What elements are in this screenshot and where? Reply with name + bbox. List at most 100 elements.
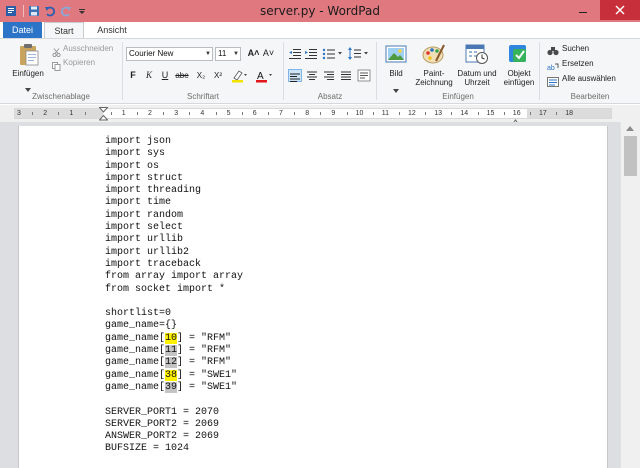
code-line: import urllib [105,234,243,246]
vertical-scrollbar[interactable] [620,122,640,468]
document-page[interactable]: import json import sys import os import str… [18,126,608,468]
code-text: import threading [105,185,202,197]
paint-palette-icon[interactable] [422,43,446,70]
close-icon [615,5,625,15]
align-left-icon[interactable] [288,69,302,82]
align-center-icon[interactable] [305,69,319,82]
ruler-tick [110,112,112,115]
highlighted-text: 38 [165,369,178,381]
select-all-button[interactable]: Alle auswählen [562,74,616,83]
bullet-list-icon[interactable] [322,47,344,60]
code-line: import threading [105,185,243,197]
document-area: import json import sys import os import str… [0,122,620,468]
ruler-tick [189,112,191,115]
paint-drawing-button[interactable]: Paint- Zeichnung [413,69,455,87]
code-line: game_name[10] = "RFM" [105,332,243,345]
object-label-line2: einfügen [503,78,535,87]
code-text: BUFSIZE = 1024 [105,443,190,455]
ruler-tick [556,112,558,115]
calendar-clock-icon[interactable] [465,43,489,70]
tab-view[interactable]: Ansicht [90,22,134,39]
ruler-label: 17 [539,110,547,117]
increase-indent-icon[interactable] [304,47,318,60]
datetime-label-line2: Uhrzeit [464,78,490,87]
minimize-button[interactable] [572,0,594,20]
subscript-button[interactable]: X₂ [194,69,208,82]
tab-home[interactable]: Start [44,22,84,39]
bold-button[interactable]: F [127,69,139,82]
ruler-tick [425,112,427,115]
font-size-select[interactable]: 11 ▼ [215,47,241,61]
ruler-tick [320,112,322,115]
ruler-tick [477,112,479,115]
replace-button[interactable]: Ersetzen [562,59,594,68]
code-text: ] = "RFM" [177,332,232,344]
ruler-label: 15 [486,110,495,117]
ruler-label: 7 [279,110,283,117]
ruler-tick [372,112,374,115]
code-text: game_name[ [105,345,166,357]
code-text: game_name[ [105,332,166,344]
strikethrough-button[interactable]: abe [173,69,191,82]
ruler-tick [136,112,138,115]
ruler-label: 3 [17,110,21,117]
highlighted-text: 10 [165,332,178,344]
code-text: SERVER_PORT2 = 2069 [105,418,220,430]
code-text: import time [105,197,172,209]
italic-button[interactable]: K [143,69,155,82]
code-text: ] = "SWE1" [177,381,238,393]
font-family-select[interactable]: Courier New ▼ [126,47,213,61]
code-text: game_name[ [105,369,166,381]
align-right-icon[interactable] [322,69,336,82]
code-line: game_name[38] = "SWE1" [105,369,243,382]
code-text: import struct [105,172,184,184]
justify-icon[interactable] [339,69,353,82]
document-text[interactable]: import json import sys import os import str… [105,136,243,456]
cut-button[interactable]: Ausschneiden [63,44,113,53]
ruler-label: 4 [200,110,205,117]
code-line: BUFSIZE = 1024 [105,443,243,455]
ruler-label: 6 [252,110,257,117]
code-text: import urllib2 [105,246,190,258]
title-bar: server.py - WordPad [0,0,640,22]
paste-icon[interactable] [18,43,40,72]
code-text: import os [105,160,160,172]
paint-label-line2: Zeichnung [415,78,453,87]
insert-object-button[interactable]: Objekt einfügen [499,69,539,87]
ruler-label: 13 [434,110,442,117]
ruler-tick [84,112,86,115]
close-button[interactable] [600,0,640,20]
underline-button[interactable]: U [159,69,171,82]
ruler-label: 12 [408,110,416,117]
picture-button[interactable]: Bild [377,69,415,78]
paragraph-group: Absatz [284,39,376,103]
tab-file[interactable]: Datei [3,22,42,39]
decrease-indent-icon[interactable] [288,47,302,60]
insert-object-icon[interactable] [507,43,531,70]
code-line: from array import array [105,271,243,283]
superscript-button[interactable]: X² [211,69,225,82]
ruler-label: 11 [381,110,390,117]
find-button[interactable]: Suchen [562,44,589,53]
ruler-label: 10 [355,110,364,117]
code-line: import struct [105,173,243,185]
line-spacing-icon[interactable] [348,47,370,60]
scrollbar-thumb[interactable] [624,136,637,176]
font-group: Courier New ▼ 11 ▼ A˄ A˅ F K U abe X₂ X²… [123,39,283,103]
font-size-value: 11 [218,49,227,58]
ruler-label: 8 [305,110,310,117]
text-color-icon[interactable]: A [255,69,273,88]
copy-button[interactable]: Kopieren [63,58,95,67]
ruler-tick [294,112,296,115]
highlight-color-icon[interactable] [231,69,247,88]
code-text: import json [105,136,172,147]
shrink-font-button[interactable]: A˅ [262,47,275,60]
grow-font-button[interactable]: A˄ [247,47,260,60]
paragraph-settings-icon[interactable] [357,69,371,82]
code-text: from array import array [105,271,244,283]
scroll-up-arrow-icon[interactable] [626,126,634,131]
paste-button-label[interactable]: Einfügen [6,69,50,78]
date-time-button[interactable]: Datum und Uhrzeit [455,69,499,87]
picture-icon[interactable] [385,43,407,70]
